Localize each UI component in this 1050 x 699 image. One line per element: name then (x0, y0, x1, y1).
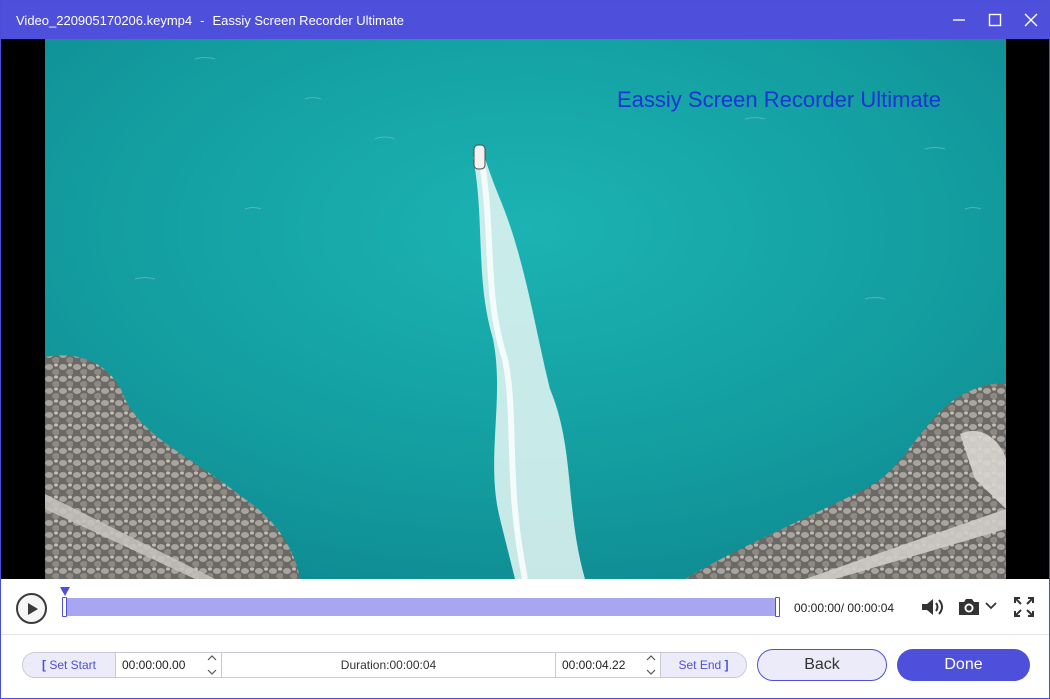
snapshot-button[interactable] (957, 596, 981, 618)
window-title: Video_220905170206.keymp4- Eassiy Screen … (1, 13, 404, 28)
volume-icon (922, 599, 943, 615)
chevron-down-icon[interactable] (646, 668, 656, 676)
chevron-down-icon (985, 602, 997, 610)
video-preview[interactable]: Eassiy Screen Recorder Ultimate (45, 39, 1006, 579)
trim-end-handle[interactable] (775, 597, 780, 617)
title-separator: - (200, 12, 205, 28)
app-window: Video_220905170206.keymp4- Eassiy Screen … (0, 0, 1050, 699)
window-controls (941, 1, 1049, 39)
play-icon (27, 602, 38, 615)
start-time-value: 00:00:00.00 (122, 658, 186, 672)
play-button[interactable] (16, 593, 47, 624)
snapshot-menu-button[interactable] (984, 599, 998, 613)
fullscreen-button[interactable] (1013, 596, 1035, 618)
close-icon (1024, 13, 1038, 27)
player-controls: 00:00:00/ 00:00:04 (1, 579, 1049, 635)
minimize-button[interactable] (941, 1, 977, 39)
trim-bar: [ Set Start 00:00:00.00 Duration:00:00:0… (1, 635, 1049, 698)
close-button[interactable] (1013, 1, 1049, 39)
start-time-field[interactable]: 00:00:00.00 (115, 653, 221, 677)
selected-range (65, 598, 775, 616)
bracket-open-icon: [ (41, 658, 46, 672)
end-time-field[interactable]: 00:00:04.22 (555, 653, 660, 677)
video-frame-image (45, 39, 1006, 579)
trim-start-handle[interactable] (62, 597, 67, 617)
app-name: Eassiy Screen Recorder Ultimate (212, 12, 404, 28)
chevron-up-icon[interactable] (207, 654, 217, 662)
chevron-up-icon[interactable] (646, 654, 656, 662)
bracket-close-icon: ] (724, 658, 729, 672)
title-bar: Video_220905170206.keymp4- Eassiy Screen … (1, 1, 1049, 39)
minimize-icon (953, 19, 965, 21)
playhead-marker[interactable] (59, 587, 70, 596)
trim-controls: [ Set Start 00:00:00.00 Duration:00:00:0… (22, 652, 747, 678)
back-button[interactable]: Back (757, 649, 887, 681)
set-end-label: Set End (678, 658, 722, 672)
current-time: 00:00:00 (794, 601, 841, 615)
maximize-button[interactable] (977, 1, 1013, 39)
done-button[interactable]: Done (897, 649, 1030, 681)
set-start-button[interactable]: [ Set Start (23, 653, 115, 677)
volume-button[interactable] (920, 596, 946, 618)
total-time: 00:00:04 (847, 601, 895, 615)
maximize-icon (988, 13, 1002, 27)
video-stage: Eassiy Screen Recorder Ultimate (1, 39, 1049, 579)
start-time-spinner[interactable] (205, 654, 219, 676)
file-name: Video_220905170206.keymp4 (16, 12, 193, 28)
time-readout: 00:00:00/ 00:00:04 (794, 601, 894, 615)
duration-display: Duration:00:00:04 (221, 653, 555, 677)
fullscreen-icon (1014, 597, 1034, 617)
chevron-down-icon[interactable] (207, 668, 217, 676)
end-time-spinner[interactable] (644, 654, 658, 676)
camera-icon (959, 599, 979, 615)
set-start-label: Set Start (49, 658, 97, 672)
timeline-slider[interactable] (59, 587, 780, 618)
set-end-button[interactable]: Set End ] (660, 653, 746, 677)
watermark-text: Eassiy Screen Recorder Ultimate (617, 87, 942, 112)
end-time-value: 00:00:04.22 (562, 658, 626, 672)
